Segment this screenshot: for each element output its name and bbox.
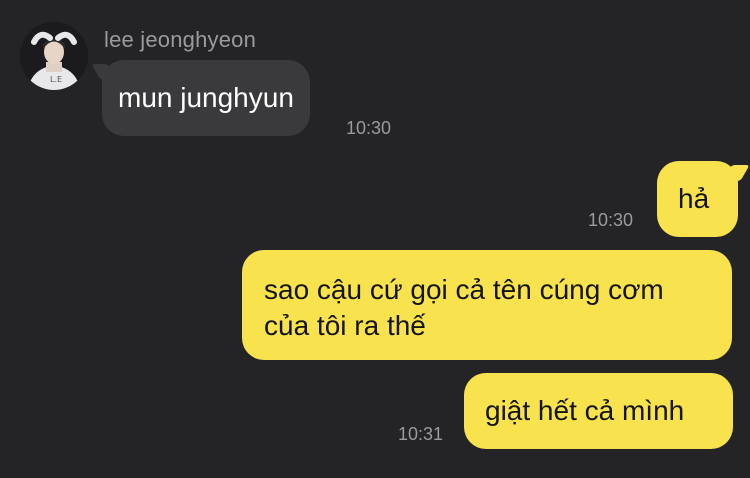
incoming-message-bubble[interactable]: mun junghyun xyxy=(102,60,310,136)
outgoing-message-bubble[interactable]: sao cậu cứ gọi cả tên cúng cơm của tôi r… xyxy=(242,250,732,360)
message-timestamp: 10:30 xyxy=(346,118,392,138)
message-text: mun junghyun xyxy=(118,82,294,113)
outgoing-message-bubble[interactable]: hả xyxy=(657,161,738,237)
outgoing-message-bubble[interactable]: giật hết cả mình xyxy=(464,373,733,449)
message-text: sao cậu cứ gọi cả tên cúng cơm của tôi r… xyxy=(264,274,664,341)
svg-text:L.E: L.E xyxy=(50,75,62,84)
profile-photo-icon: L.E xyxy=(20,22,88,90)
message-timestamp: 10:30 xyxy=(588,210,634,230)
message-text: giật hết cả mình xyxy=(485,395,685,426)
contact-avatar[interactable]: L.E xyxy=(20,22,88,90)
message-timestamp: 10:31 xyxy=(398,424,444,444)
contact-name: lee jeonghyeon xyxy=(104,27,257,52)
message-text: hả xyxy=(678,183,710,214)
